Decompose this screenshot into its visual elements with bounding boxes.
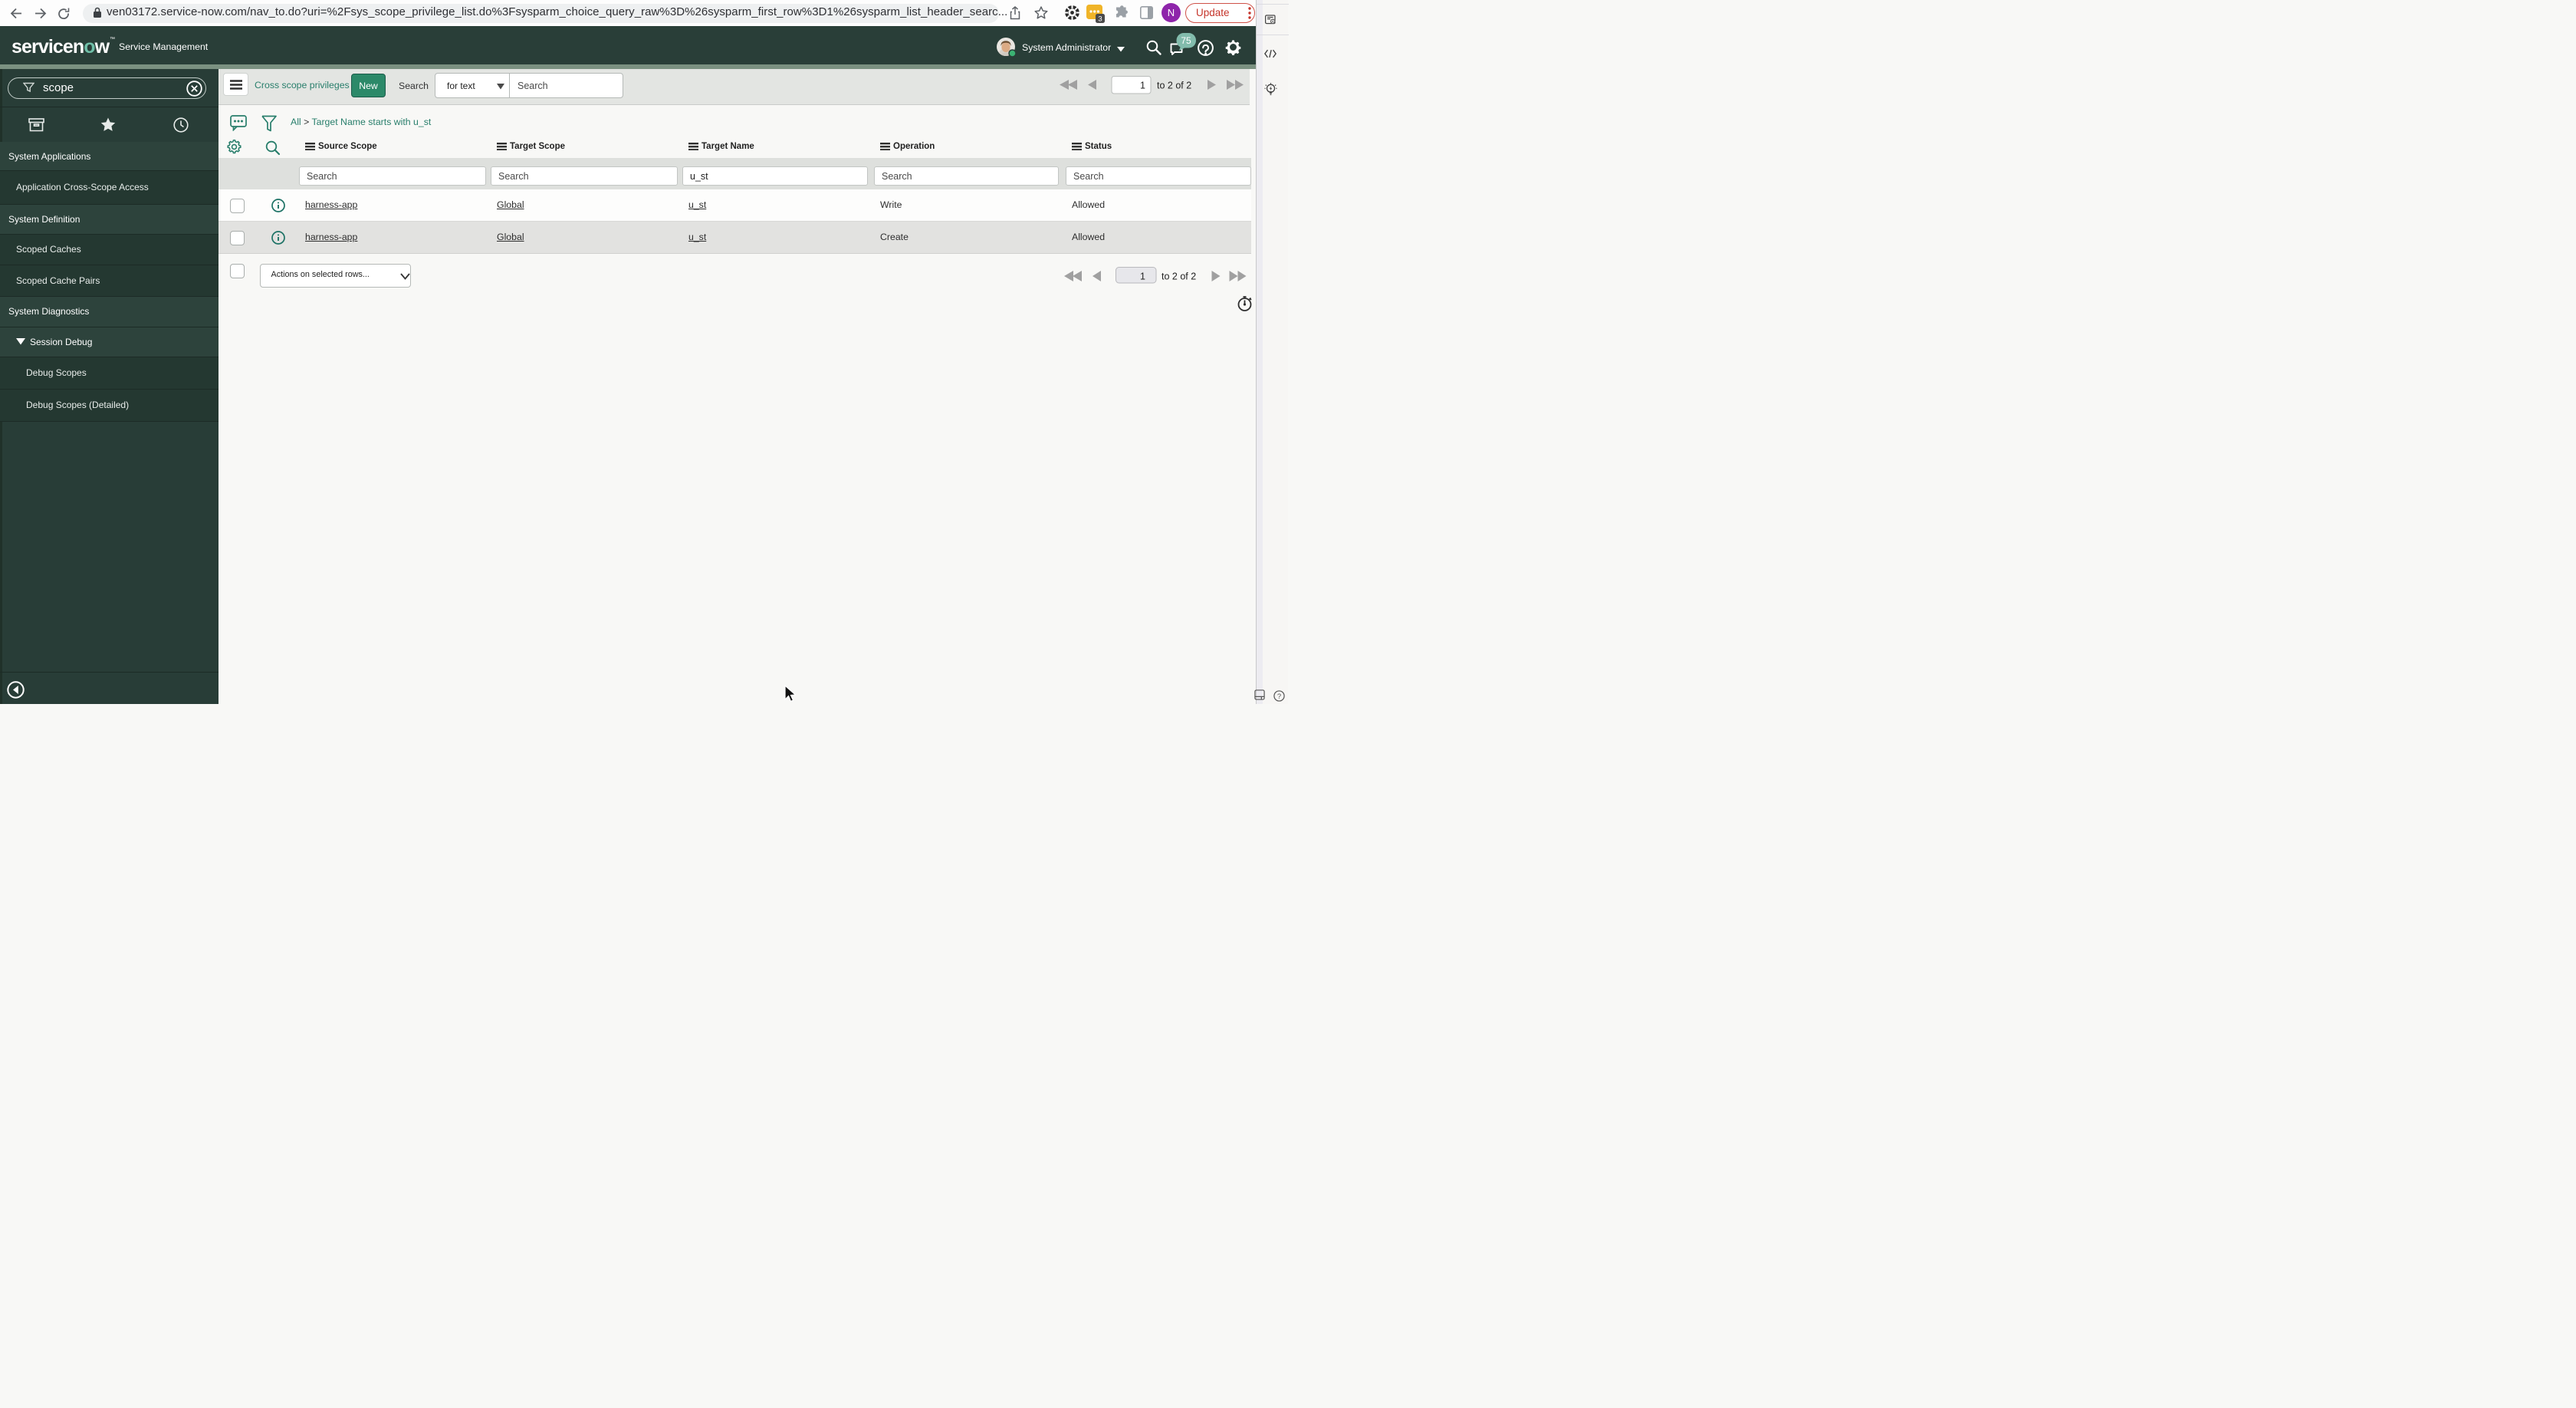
svg-text:?: ? — [1277, 692, 1281, 700]
svg-text:1: 1 — [1140, 271, 1145, 282]
svg-text:1: 1 — [1140, 81, 1145, 91]
svg-text:3: 3 — [1098, 15, 1102, 24]
svg-text:to 2 of 2: to 2 of 2 — [1162, 271, 1196, 282]
svg-text:to 2 of 2: to 2 of 2 — [1157, 81, 1191, 91]
